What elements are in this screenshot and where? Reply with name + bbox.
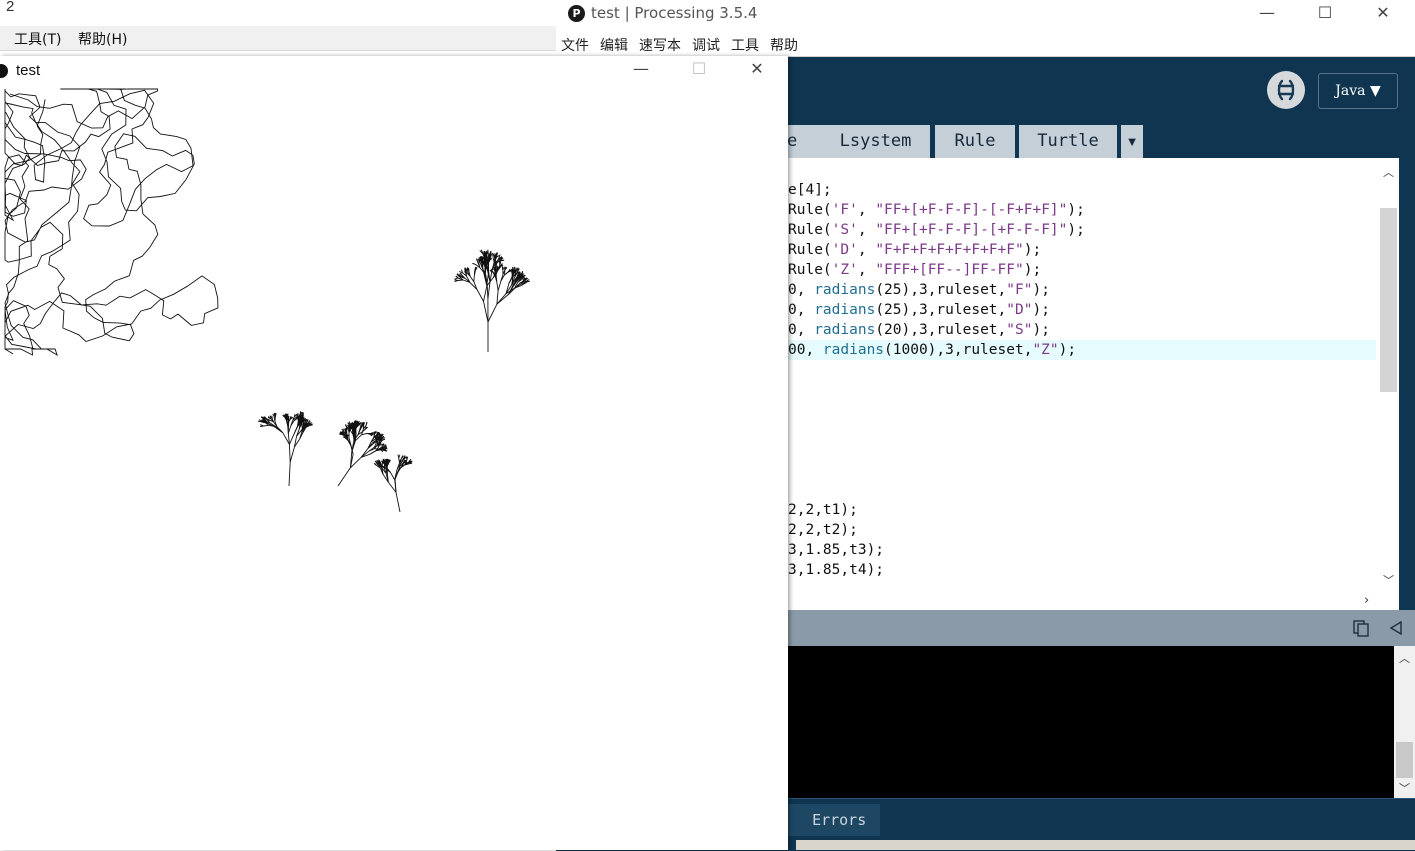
background-window: 2 工具(T) 帮助(H) (0, 0, 560, 60)
tab-errors[interactable]: . Errors (782, 804, 880, 836)
collapse-console-icon[interactable] (1389, 621, 1403, 635)
console-scroll-down-icon[interactable]: ﹀ (1399, 780, 1410, 796)
menu-tools[interactable]: 工具 (731, 35, 759, 55)
console-scrollbar-thumb[interactable] (1396, 742, 1413, 778)
code-line[interactable]: 0, radians(25),3,ruleset,"D"); (788, 300, 1376, 320)
menu-help[interactable]: 帮助 (770, 35, 798, 55)
window-title: 2 (6, 0, 14, 15)
processing-logo-icon: P (568, 5, 585, 22)
code-line[interactable]: 2,2,t2); (788, 520, 1376, 540)
scroll-right-icon[interactable]: › (1364, 593, 1369, 608)
code-line[interactable] (788, 420, 1376, 440)
scroll-down-icon[interactable]: ﹀ (1383, 572, 1394, 588)
code-line[interactable]: 0, radians(20),3,ruleset,"S"); (788, 320, 1376, 340)
ide-title: test | Processing 3.5.4 (591, 4, 757, 22)
code-line[interactable]: e[4]; (788, 180, 1376, 200)
lsystem-tree-f (454, 250, 530, 352)
console-scroll-up-icon[interactable]: ︿ (1399, 650, 1410, 666)
code-line[interactable] (788, 460, 1376, 480)
scroll-up-icon[interactable]: ︿ (1383, 164, 1394, 180)
code-line[interactable]: 3,1.85,t4); (788, 560, 1376, 580)
menu-help[interactable]: 帮助(H) (78, 29, 127, 49)
code-line[interactable]: 2,2,t1); (788, 500, 1376, 520)
code-line[interactable] (788, 400, 1376, 420)
lsystem-tree-d2 (374, 455, 412, 513)
code-line[interactable]: Rule('D', "F+F+F+F+F+F+F+F"); (788, 240, 1376, 260)
processing-logo-icon (0, 64, 8, 78)
menu-tools[interactable]: 工具(T) (14, 29, 61, 49)
errors-label: Errors (800, 811, 866, 829)
code-line[interactable]: 00, radians(1000),3,ruleset,"Z"); (788, 340, 1376, 360)
tab-rule[interactable]: Rule (935, 125, 1015, 158)
menu-bar: 工具(T) 帮助(H) (0, 26, 560, 51)
debugger-icon[interactable] (1267, 71, 1305, 109)
sketch-minimize-button[interactable]: — (612, 56, 670, 86)
sketch-title: test (16, 62, 40, 79)
code-line[interactable] (788, 480, 1376, 500)
lsystem-pattern-z (5, 89, 218, 355)
scrollbar-thumb[interactable] (1380, 208, 1397, 392)
tab-turtle[interactable]: Turtle (1019, 125, 1117, 158)
lsystem-tree-s (258, 411, 313, 486)
code-line[interactable]: 3,1.85,t3); (788, 540, 1376, 560)
code-line[interactable] (788, 440, 1376, 460)
menu-sketch[interactable]: 速写本 (639, 35, 681, 55)
menu-edit[interactable]: 编辑 (600, 35, 628, 55)
ide-titlebar: P test | Processing 3.5.4 — ☐ ✕ (556, 0, 1415, 30)
menu-debug[interactable]: 调试 (692, 35, 720, 55)
code-line[interactable]: 0, radians(25),3,ruleset,"F"); (788, 280, 1376, 300)
code-line[interactable] (788, 380, 1376, 400)
background-strip (796, 840, 1415, 850)
sketch-close-button[interactable]: ✕ (728, 56, 786, 86)
code-line[interactable] (788, 360, 1376, 380)
code-line[interactable]: Rule('Z', "FFF+[FF--]FF-FF"); (788, 260, 1376, 280)
code-line[interactable]: Rule('S', "FF+[+F-F-F]-[+F-F-F]"); (788, 220, 1376, 240)
tab-more-icon[interactable]: ▼ (1121, 125, 1143, 158)
minimize-button[interactable]: — (1238, 0, 1296, 30)
sketch-canvas[interactable] (0, 84, 788, 850)
lsystem-tree-d (338, 420, 387, 486)
copy-icon[interactable] (1352, 619, 1370, 637)
mode-selector[interactable]: Java ▼ (1318, 73, 1398, 109)
menu-file[interactable]: 文件 (561, 35, 589, 55)
sketch-window: test — ☐ ✕ (0, 56, 788, 850)
maximize-button[interactable]: ☐ (1296, 0, 1354, 30)
close-button[interactable]: ✕ (1354, 0, 1412, 30)
sketch-maximize-button[interactable]: ☐ (670, 56, 728, 86)
ide-menu-bar: 文件 编辑 速写本 调试 工具 帮助 (556, 30, 1415, 57)
tab-lsystem[interactable]: Lsystem (821, 125, 930, 158)
code-line[interactable]: Rule('F', "FF+[+F-F-F]-[-F+F+F]"); (788, 200, 1376, 220)
